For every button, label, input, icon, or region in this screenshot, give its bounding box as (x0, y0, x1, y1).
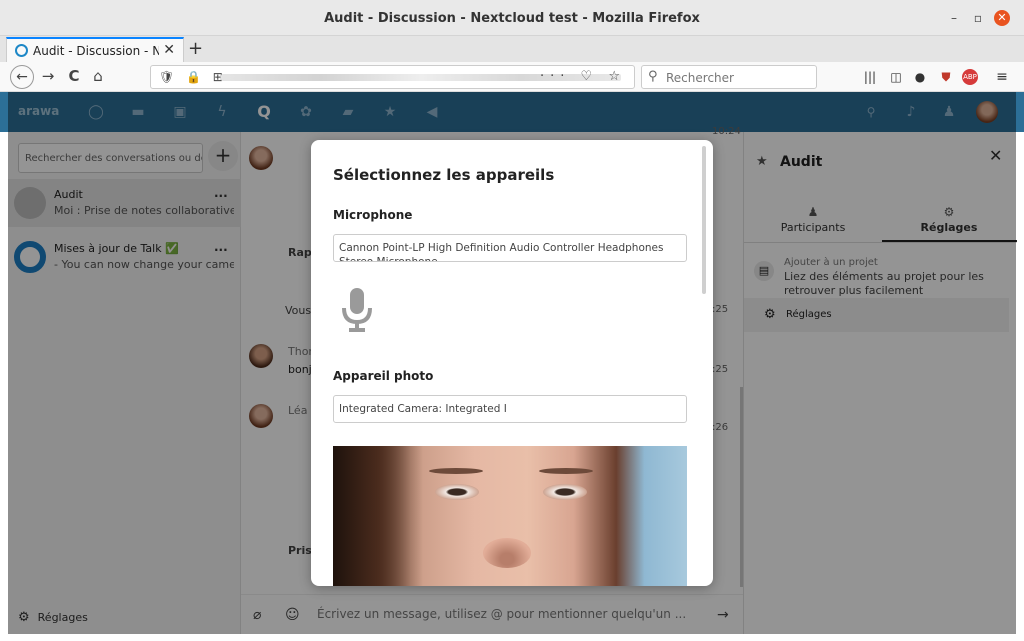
home-button[interactable]: ⌂ (88, 67, 108, 85)
tab-bar: Audit - Discussion - Nextcloud ✕ + (0, 36, 1024, 62)
reload-button[interactable]: C (64, 67, 84, 85)
camera-select[interactable]: Integrated Camera: Integrated I (333, 395, 687, 423)
search-icon: ⚲ (648, 69, 658, 84)
camera-preview (333, 446, 687, 586)
search-placeholder: Rechercher (666, 71, 734, 85)
talk-favicon-icon (15, 44, 28, 57)
url-page-actions[interactable]: ··· ♡ ☆ (540, 69, 626, 84)
tab-close-icon[interactable]: ✕ (163, 42, 175, 58)
window-title: Audit - Discussion - Nextcloud test - Mo… (324, 11, 700, 26)
back-button[interactable]: ← (10, 65, 34, 89)
url-bar[interactable]: 🛡 🔒 ⊞ ··· ♡ ☆ (150, 65, 635, 89)
browser-search-input[interactable]: ⚲ Rechercher (641, 65, 817, 89)
microphone-label: Microphone (333, 208, 413, 222)
window-titlebar: Audit - Discussion - Nextcloud test - Mo… (0, 0, 1024, 36)
camera-label: Appareil photo (333, 369, 434, 383)
modal-title: Sélectionnez les appareils (333, 166, 555, 184)
extension-icon[interactable]: ● (912, 69, 928, 85)
forward-button[interactable]: → (38, 67, 58, 85)
tab-label: Audit - Discussion - Nextcloud (33, 44, 159, 58)
modal-scrollbar[interactable] (702, 146, 706, 294)
browser-navbar: ← → C ⌂ 🛡 🔒 ⊞ ··· ♡ ☆ ⚲ Rechercher ||| ◫… (0, 62, 1024, 92)
ublock-icon[interactable]: ⛊ (938, 69, 954, 85)
close-window-button[interactable]: ✕ (994, 10, 1010, 26)
microphone-icon (342, 288, 372, 332)
browser-tab[interactable]: Audit - Discussion - Nextcloud ✕ (6, 37, 184, 62)
microphone-select[interactable]: Cannon Point-LP High Definition Audio Co… (333, 234, 687, 262)
url-security-icons: 🛡 🔒 ⊞ (159, 70, 227, 84)
minimize-button[interactable]: – (946, 10, 962, 26)
device-selection-modal: Sélectionnez les appareils Microphone Ca… (311, 140, 713, 586)
library-icon[interactable]: ||| (862, 69, 878, 85)
maximize-button[interactable]: ▫ (970, 10, 986, 26)
sidebar-icon[interactable]: ◫ (888, 69, 904, 85)
menu-icon[interactable]: ≡ (994, 69, 1010, 85)
adblock-plus-icon[interactable]: ABP (962, 69, 978, 85)
new-tab-button[interactable]: + (188, 38, 203, 59)
